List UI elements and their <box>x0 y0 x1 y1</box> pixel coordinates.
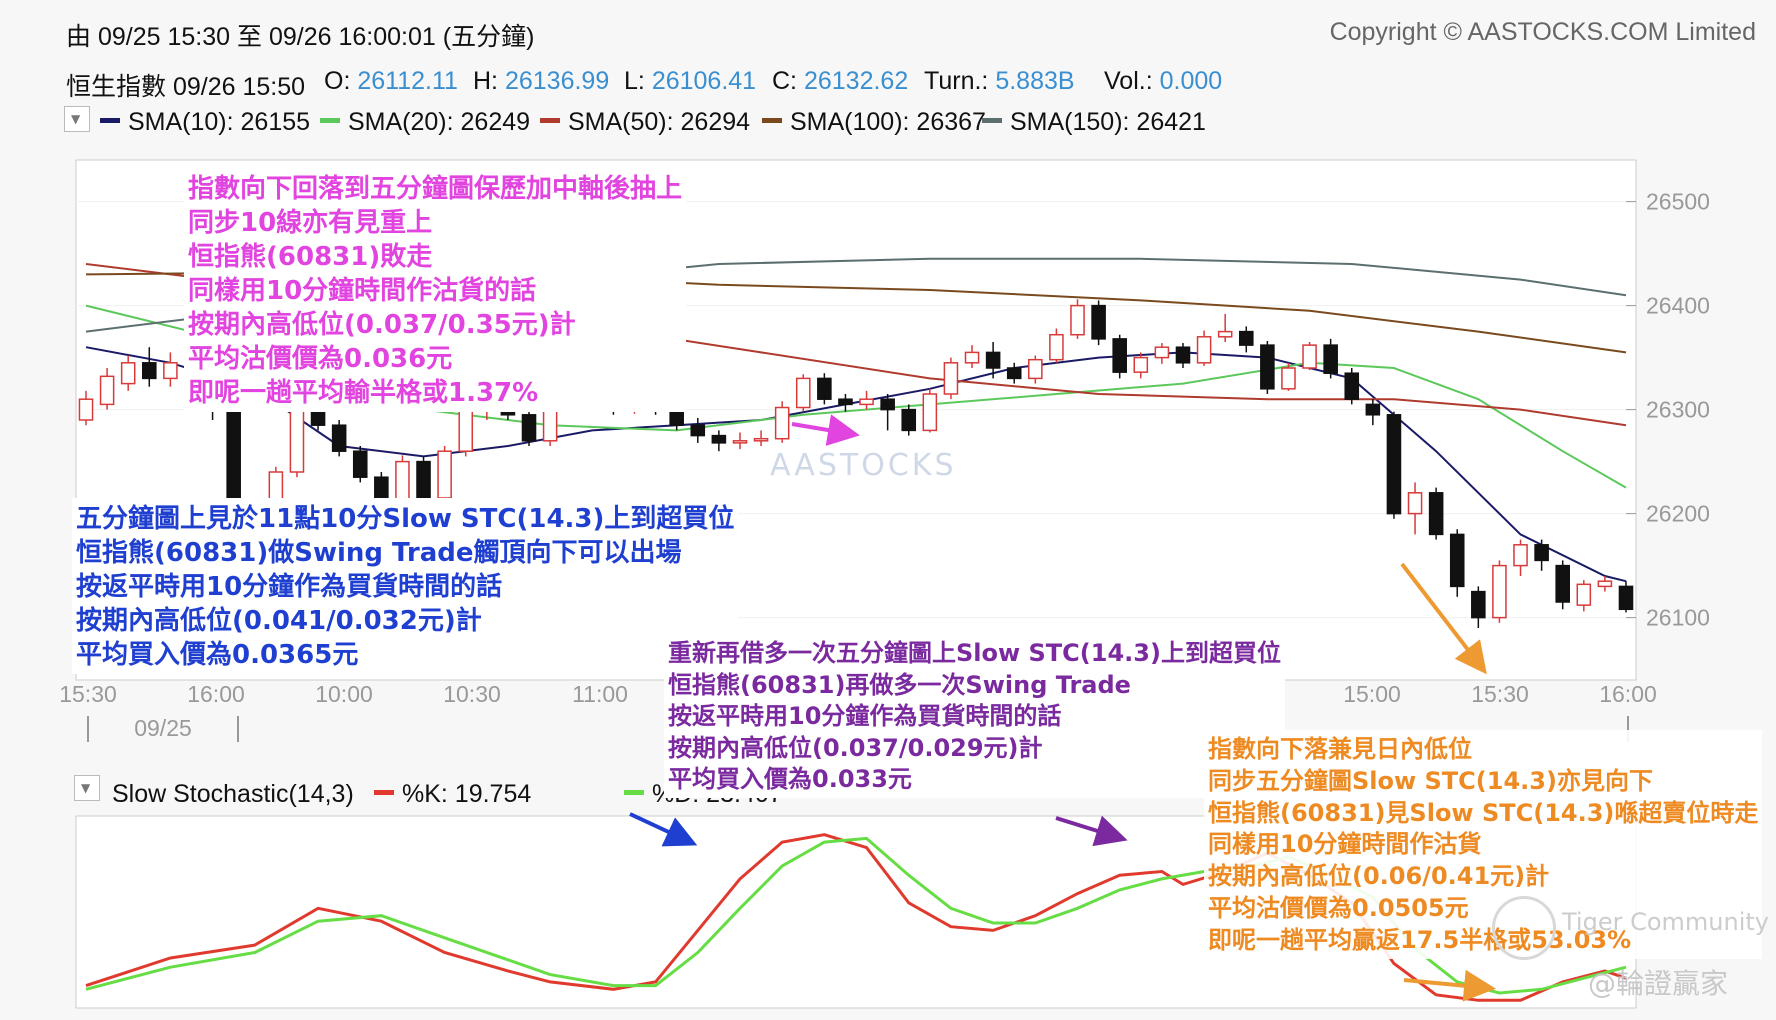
note-blue: 五分鐘圖上見於11點10分Slow STC(14.3)上到超買位 恒指熊(608… <box>72 498 739 674</box>
note-line: 平均買入價為0.033元 <box>668 765 912 793</box>
tiger-watermark: Tiger Community <box>1562 908 1769 936</box>
note-magenta: 指數向下回落到五分鐘圖保歷加中軸後抽上 同步10線亦有見重上 恒指熊(60831… <box>184 168 687 412</box>
note-line: 重新再借多一次五分鐘圖上Slow STC(14.3)上到超買位 <box>668 639 1281 667</box>
note-line: 恒指熊(60831)敗走 <box>188 242 433 272</box>
chart-screenshot: 由 09/25 15:30 至 09/26 16:00:01 (五分鐘) Cop… <box>0 0 1776 1020</box>
note-line: 平均沽價價為0.036元 <box>188 344 453 374</box>
note-line: 同步10線亦有見重上 <box>188 208 433 238</box>
note-line: 指數向下回落到五分鐘圖保歷加中軸後抽上 <box>188 174 683 204</box>
note-line: 按期內高低位(0.037/0.029元)計 <box>668 733 1043 762</box>
note-line: 指數向下落兼見日內低位 <box>1208 735 1472 763</box>
note-line: 按返平時用10分鐘作為買貨時間的話 <box>76 572 503 602</box>
note-line: 即呢一趟平均輸半格或1.37% <box>188 378 539 408</box>
author-watermark: @輪證贏家 <box>1588 967 1729 1000</box>
note-line: 同樣用10分鐘時間作沽貨 <box>1208 830 1482 859</box>
note-line: 恒指熊(60831)再做多一次Swing Trade <box>668 670 1131 699</box>
note-line: 按期內高低位(0.041/0.032元)計 <box>76 606 482 636</box>
note-line: 按期內高低位(0.037/0.35元)計 <box>188 310 576 340</box>
note-line: 平均買入價為0.0365元 <box>76 640 359 670</box>
note-line: 五分鐘圖上見於11點10分Slow STC(14.3)上到超買位 <box>76 504 735 534</box>
note-line: 恒指熊(60831)做Swing Trade觸頂向下可以出場 <box>76 538 682 568</box>
tiger-logo-icon <box>1492 896 1556 960</box>
note-line: 同樣用10分鐘時間作沽貨的話 <box>188 276 537 306</box>
note-line: 同步五分鐘圖Slow STC(14.3)亦見向下 <box>1208 766 1653 795</box>
note-line: 恒指熊(60831)見Slow STC(14.3)喺超賣位時走 <box>1208 798 1759 827</box>
note-purple: 重新再借多一次五分鐘圖上Slow STC(14.3)上到超買位 恒指熊(6083… <box>664 634 1285 798</box>
note-line: 按返平時用10分鐘作為買貨時間的話 <box>668 702 1062 730</box>
note-line: 按期內高低位(0.06/0.41元)計 <box>1208 862 1550 891</box>
